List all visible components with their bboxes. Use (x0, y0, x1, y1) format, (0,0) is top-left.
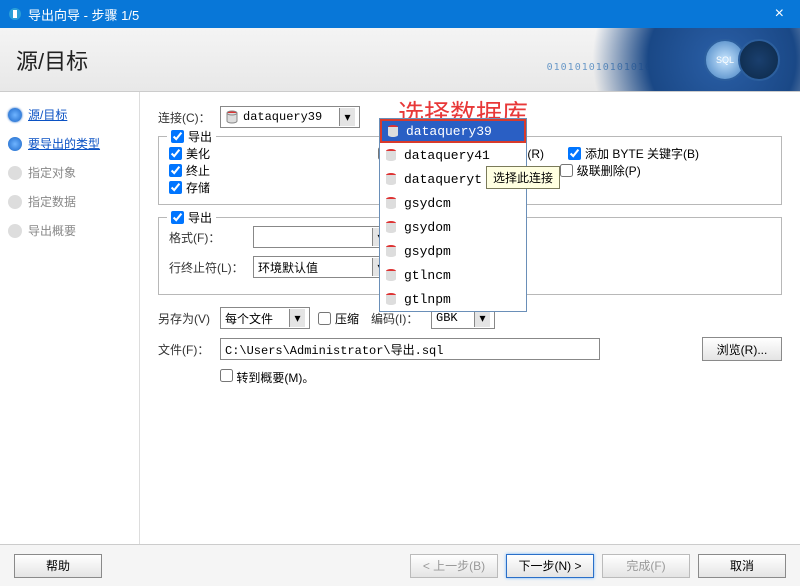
chk-add-byte[interactable]: 添加 BYTE 关键字(B) (568, 145, 699, 162)
database-icon (384, 292, 398, 306)
chk-beautify[interactable]: 美化 (169, 145, 210, 162)
connection-label: 连接(C)： (158, 109, 220, 126)
file-path-input[interactable] (220, 338, 600, 360)
wizard-body: 源/目标 要导出的类型 指定对象 指定数据 导出概要 连接(C)： dataqu… (0, 92, 800, 544)
step-label: 导出概要 (28, 222, 76, 239)
app-icon (8, 7, 22, 21)
database-icon (384, 172, 398, 186)
step-source-target[interactable]: 源/目标 (4, 100, 139, 129)
database-icon (384, 244, 398, 258)
group2-legend: 导出 (167, 209, 216, 226)
back-button[interactable]: < 上一步(B) (410, 554, 498, 578)
step-label[interactable]: 要导出的类型 (28, 135, 100, 152)
group2-checkbox[interactable] (171, 211, 184, 224)
saveas-combo[interactable]: 每个文件 ▾ (220, 307, 310, 329)
group1-legend: 导出 (167, 128, 216, 145)
chk-store[interactable]: 存储 (169, 179, 210, 196)
chevron-down-icon[interactable]: ▾ (339, 108, 355, 126)
chk-cascade[interactable]: 级联删除(P) (560, 162, 641, 179)
step-export-types[interactable]: 要导出的类型 (4, 129, 139, 158)
database-icon (384, 220, 398, 234)
connection-value: dataquery39 (243, 110, 322, 124)
lineterm-label: 行终止符(L)： (169, 259, 253, 276)
format-combo[interactable]: ▾ (253, 226, 393, 248)
dropdown-item[interactable]: gsydpm (380, 239, 526, 263)
connection-dropdown-list[interactable]: dataquery39 dataquery41 dataqueryt gsydc… (379, 118, 527, 312)
step-specify-objects: 指定对象 (4, 158, 139, 187)
encoding-value: GBK (436, 311, 458, 325)
cancel-button[interactable]: 取消 (698, 554, 786, 578)
connection-combo[interactable]: dataquery39 ▾ (220, 106, 360, 128)
database-icon (384, 148, 398, 162)
header-disc2-icon (738, 39, 780, 81)
steps-sidebar: 源/目标 要导出的类型 指定对象 指定数据 导出概要 (0, 92, 140, 544)
step-specify-data: 指定数据 (4, 187, 139, 216)
database-icon (386, 124, 400, 138)
dropdown-item[interactable]: dataquery41 (380, 143, 526, 167)
chk-goto-overview[interactable]: 转到概要(M)。 (220, 369, 314, 386)
wizard-headline: 源/目标 (0, 44, 88, 76)
database-icon (384, 268, 398, 282)
header-deco: SQL (540, 28, 800, 91)
saveas-label: 另存为(V) (158, 310, 220, 327)
lineterm-value: 环境默认值 (258, 259, 318, 276)
browse-button[interactable]: 浏览(R)... (702, 337, 782, 361)
main-panel: 连接(C)： dataquery39 ▾ 导出 美化 加到视图(W) 授权(R)… (140, 92, 800, 544)
saveas-value: 每个文件 (225, 310, 273, 327)
database-icon (225, 110, 239, 124)
dropdown-item-selected[interactable]: dataquery39 (380, 119, 526, 143)
wizard-footer: 帮助 < 上一步(B) 下一步(N) > 完成(F) 取消 (0, 544, 800, 586)
dropdown-item[interactable]: gsydom (380, 215, 526, 239)
step-label: 指定对象 (28, 164, 76, 181)
chevron-down-icon[interactable]: ▾ (289, 309, 305, 327)
finish-button[interactable]: 完成(F) (602, 554, 690, 578)
dropdown-item[interactable]: gtlncm (380, 263, 526, 287)
step-label[interactable]: 源/目标 (28, 106, 67, 123)
file-label: 文件(F)： (158, 341, 220, 358)
goto-overview-row: 转到概要(M)。 (158, 369, 782, 386)
close-icon[interactable]: × (767, 5, 792, 23)
lineterm-combo[interactable]: 环境默认值 ▾ (253, 256, 393, 278)
step-summary: 导出概要 (4, 216, 139, 245)
dropdown-item[interactable]: gsydcm (380, 191, 526, 215)
database-icon (384, 196, 398, 210)
window-title: 导出向导 - 步骤 1/5 (28, 5, 767, 24)
dropdown-item[interactable]: gtlnpm (380, 287, 526, 311)
wizard-header: 源/目标 0101010101010101010 SQL (0, 28, 800, 92)
group1-checkbox[interactable] (171, 130, 184, 143)
format-label: 格式(F)： (169, 229, 253, 246)
title-bar: 导出向导 - 步骤 1/5 × (0, 0, 800, 28)
file-row: 文件(F)： 浏览(R)... (158, 337, 782, 361)
help-button[interactable]: 帮助 (14, 554, 102, 578)
encoding-label: 编码(I)： (371, 310, 431, 327)
step-label: 指定数据 (28, 193, 76, 210)
next-button[interactable]: 下一步(N) > (506, 554, 594, 578)
chk-compress[interactable]: 压缩 (318, 310, 359, 327)
tooltip: 选择此连接 (486, 166, 560, 189)
chk-terminal[interactable]: 终止 (169, 162, 210, 179)
